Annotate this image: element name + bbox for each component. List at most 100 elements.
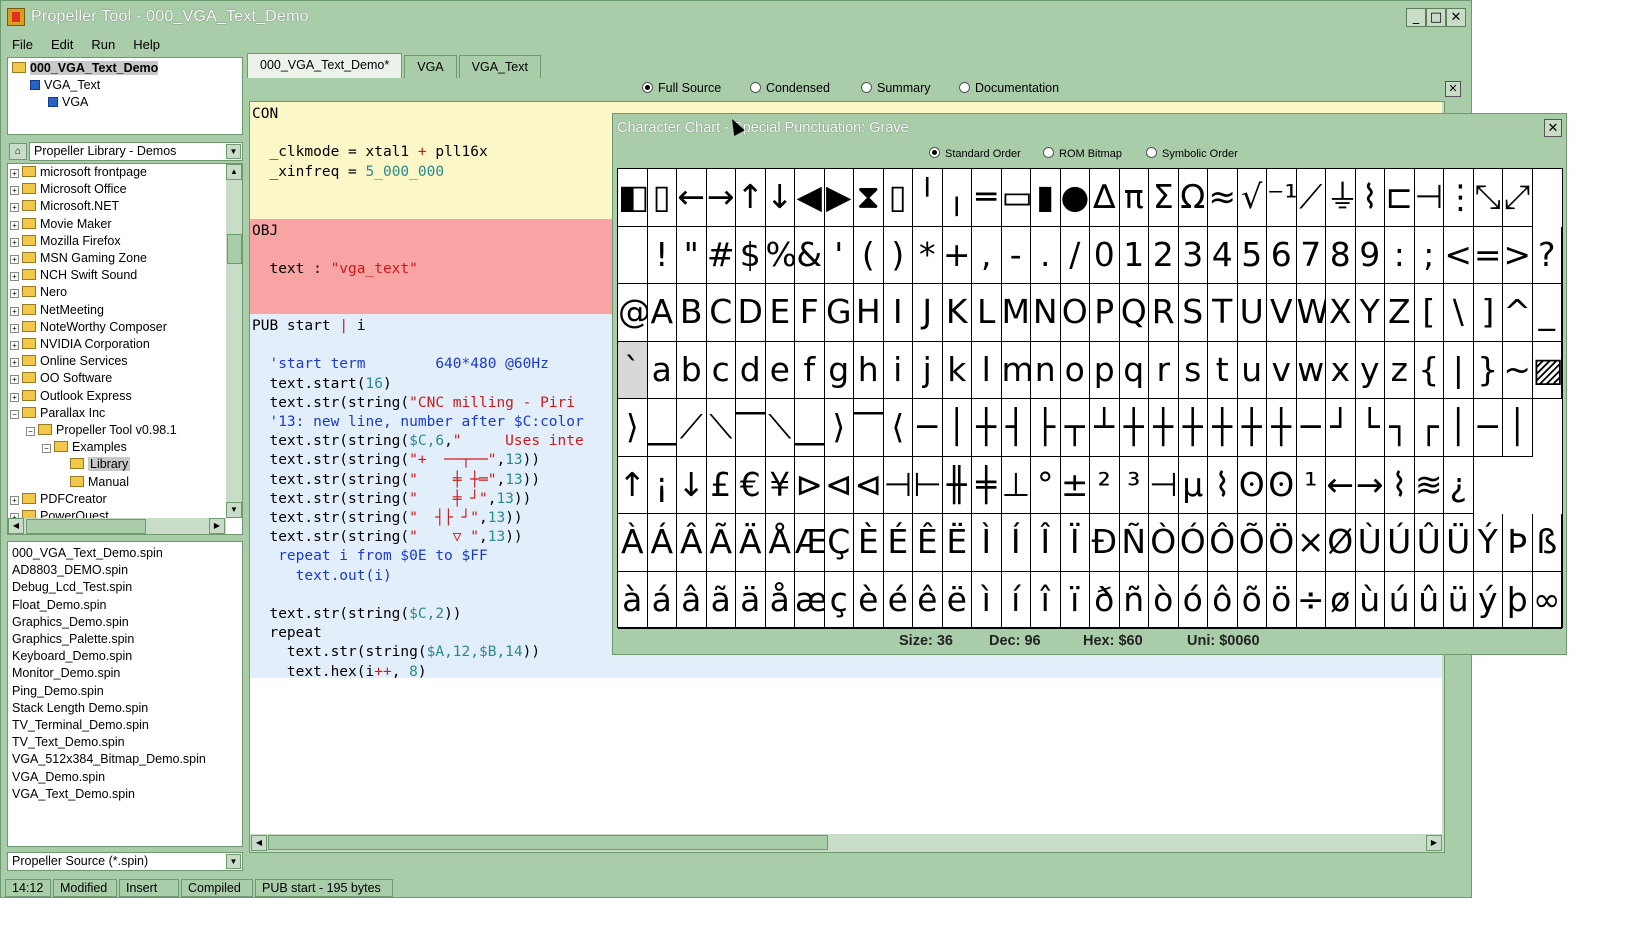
char-cell[interactable]: 6	[1267, 226, 1297, 284]
char-cell[interactable]: ∆	[1090, 169, 1120, 227]
char-cell[interactable]: ┌	[1414, 399, 1444, 457]
char-cell[interactable]: _	[1532, 284, 1562, 342]
char-cell[interactable]: e	[765, 341, 795, 399]
char-cell[interactable]: É	[883, 514, 913, 572]
char-cell[interactable]: Æ	[795, 514, 825, 572]
char-cell[interactable]: ─	[1473, 399, 1503, 457]
char-cell[interactable]: ≈	[1208, 169, 1238, 227]
char-cell[interactable]: ð	[1090, 571, 1120, 629]
expand-icon[interactable]: +	[10, 220, 19, 230]
view-condensed[interactable]: Condensed	[750, 79, 830, 97]
char-cell[interactable]: ,	[972, 226, 1002, 284]
char-cell[interactable]: ⊲	[824, 456, 854, 514]
file-item[interactable]: Float_Demo.spin	[12, 597, 107, 614]
char-cell[interactable]: Í	[1001, 514, 1031, 572]
file-item[interactable]: TV_Terminal_Demo.spin	[12, 717, 149, 734]
char-cell[interactable]: K	[942, 284, 972, 342]
char-cell[interactable]: ⊲	[854, 456, 884, 514]
char-cell[interactable]: ⊏	[1385, 169, 1415, 227]
char-cell[interactable]: ⌇	[1385, 456, 1415, 514]
char-cell[interactable]: s	[1178, 341, 1208, 399]
char-cell[interactable]: ─	[913, 399, 943, 457]
scroll-right-icon[interactable]: ▶	[209, 518, 225, 534]
expand-icon[interactable]: +	[10, 358, 19, 368]
char-cell[interactable]: Â	[677, 514, 707, 572]
char-cell[interactable]: ²	[1090, 456, 1120, 514]
char-cell[interactable]: Ω	[1178, 169, 1208, 227]
char-cell[interactable]: £	[706, 456, 736, 514]
char-cell[interactable]: 0	[1090, 226, 1120, 284]
char-cell[interactable]: ↓	[677, 456, 707, 514]
char-cell[interactable]: -	[1001, 226, 1031, 284]
expand-icon[interactable]: +	[10, 495, 19, 505]
folder-item[interactable]: + NVIDIA Corporation	[10, 336, 150, 353]
file-item[interactable]: Ping_Demo.spin	[12, 683, 104, 700]
char-cell[interactable]: ┼	[1119, 399, 1149, 457]
library-select[interactable]: Propeller Library - Demos ▼	[29, 142, 243, 161]
char-cell[interactable]: W	[1296, 284, 1326, 342]
char-cell[interactable]: ▮	[1031, 169, 1061, 227]
char-cell[interactable]: ⊳	[795, 456, 825, 514]
char-cell[interactable]: {	[1414, 341, 1444, 399]
char-cell[interactable]: :	[1385, 226, 1415, 284]
char-cell[interactable]: ¡	[647, 456, 677, 514]
expand-icon[interactable]: +	[10, 237, 19, 247]
tab-000-vga-text-demo[interactable]: 000_VGA_Text_Demo*	[247, 53, 403, 78]
char-cell[interactable]: C	[706, 284, 736, 342]
char-cell[interactable]: ¥	[765, 456, 795, 514]
char-cell[interactable]: |	[1444, 341, 1474, 399]
char-cell[interactable]: ó	[1178, 571, 1208, 629]
file-item[interactable]: Monitor_Demo.spin	[12, 665, 120, 682]
object-tree-item[interactable]: 000_VGA_Text_Demo	[12, 60, 159, 77]
char-cell[interactable]: O	[1060, 284, 1090, 342]
char-cell[interactable]: ▯	[883, 169, 913, 227]
char-cell[interactable]: Ì	[972, 514, 1002, 572]
char-cell[interactable]: Ó	[1178, 514, 1208, 572]
char-cell[interactable]: ⟋	[1296, 169, 1326, 227]
file-item[interactable]: VGA_512x384_Bitmap_Demo.spin	[12, 751, 206, 768]
char-cell[interactable]: ┼	[972, 399, 1002, 457]
hscroll-thumb[interactable]	[268, 835, 828, 850]
chevron-down-icon[interactable]: ▼	[226, 144, 241, 159]
char-cell[interactable]: ◧	[618, 169, 648, 227]
char-cell[interactable]: I	[883, 284, 913, 342]
char-cell[interactable]: ≋	[1414, 456, 1444, 514]
char-cell[interactable]: ⊢	[913, 456, 943, 514]
character-chart-title[interactable]: Character Chart - Special Punctuation: G…	[613, 114, 1566, 142]
char-cell[interactable]: ╵	[913, 169, 943, 227]
char-cell[interactable]: U	[1237, 284, 1267, 342]
menu-run[interactable]: Run	[80, 37, 122, 52]
char-cell[interactable]: Å	[765, 514, 795, 572]
char-cell[interactable]: Á	[647, 514, 677, 572]
char-cell[interactable]: ┼	[1267, 399, 1297, 457]
folder-item[interactable]: − Examples	[42, 439, 127, 456]
close-button[interactable]: ✕	[1446, 8, 1466, 27]
folder-item[interactable]: Manual	[58, 474, 129, 491]
char-cell[interactable]: ç	[824, 571, 854, 629]
char-cell[interactable]: ⏚	[1326, 169, 1356, 227]
char-cell[interactable]: ←	[1326, 456, 1356, 514]
char-cell[interactable]: @	[618, 284, 648, 342]
minimize-button[interactable]: _	[1406, 8, 1426, 27]
char-cell[interactable]: └	[1355, 399, 1385, 457]
file-item[interactable]: Graphics_Demo.spin	[12, 614, 129, 631]
char-cell[interactable]: ⊣	[883, 456, 913, 514]
order-rom-bitmap[interactable]: ROM Bitmap	[1043, 145, 1122, 163]
char-cell[interactable]: €	[736, 456, 766, 514]
char-cell[interactable]: û	[1414, 571, 1444, 629]
expand-icon[interactable]: +	[10, 323, 19, 333]
char-cell[interactable]: ╪	[972, 456, 1002, 514]
char-cell[interactable]: È	[854, 514, 884, 572]
tab-vga-text[interactable]: VGA_Text	[458, 55, 541, 78]
file-item[interactable]: Keyboard_Demo.spin	[12, 648, 132, 665]
char-cell[interactable]: Σ	[1149, 169, 1179, 227]
char-cell[interactable]: ï	[1060, 571, 1090, 629]
char-cell[interactable]: ◀	[795, 169, 825, 227]
char-cell[interactable]: !	[647, 226, 677, 284]
close-icon[interactable]: ✕	[1544, 119, 1562, 137]
char-cell[interactable]: ⧗	[854, 169, 884, 227]
file-item[interactable]: 000_VGA_Text_Demo.spin	[12, 545, 163, 562]
char-cell[interactable]: √	[1237, 169, 1267, 227]
char-cell[interactable]: ³	[1119, 456, 1149, 514]
char-cell[interactable]: ▶	[824, 169, 854, 227]
